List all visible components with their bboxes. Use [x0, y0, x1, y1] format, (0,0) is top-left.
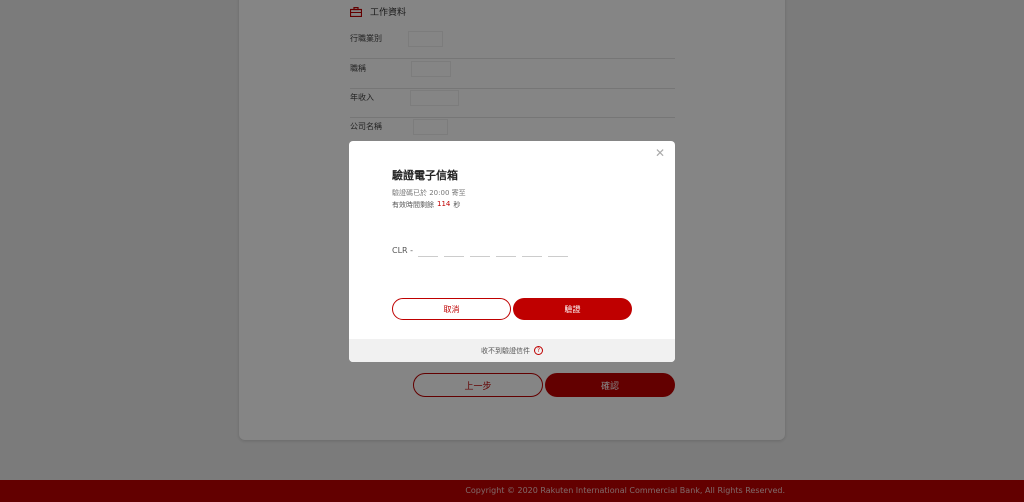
verify-button[interactable]: 驗證 — [513, 298, 632, 320]
cancel-button[interactable]: 取消 — [392, 298, 511, 320]
otp-digit-4[interactable] — [496, 243, 517, 257]
otp-digit-2[interactable] — [444, 243, 465, 257]
remaining-time: 有效時間剩餘 114 秒 — [392, 200, 460, 210]
close-icon[interactable]: ✕ — [654, 147, 666, 159]
verify-email-modal: ✕ 驗證電子信箱 驗證碼已於 20:00 寄至 有效時間剩餘 114 秒 CLR… — [349, 141, 675, 362]
otp-digit-1[interactable] — [418, 243, 439, 257]
otp-digit-3[interactable] — [470, 243, 491, 257]
otp-input-group: CLR - — [392, 239, 569, 257]
remaining-prefix: 有效時間剩餘 — [392, 201, 434, 209]
otp-digit-5[interactable] — [522, 243, 543, 257]
modal-title: 驗證電子信箱 — [392, 169, 458, 182]
question-circle-icon: ? — [534, 346, 543, 355]
otp-digit-6[interactable] — [548, 243, 569, 257]
help-text: 收不到驗證信件 — [481, 346, 530, 355]
remaining-unit: 秒 — [453, 201, 461, 209]
sent-info: 驗證碼已於 20:00 寄至 — [392, 189, 466, 197]
otp-prefix: CLR - — [392, 246, 414, 255]
resend-help-link[interactable]: 收不到驗證信件 ? — [349, 339, 675, 362]
otp-digits — [418, 239, 569, 257]
remaining-seconds: 114 — [437, 200, 451, 208]
